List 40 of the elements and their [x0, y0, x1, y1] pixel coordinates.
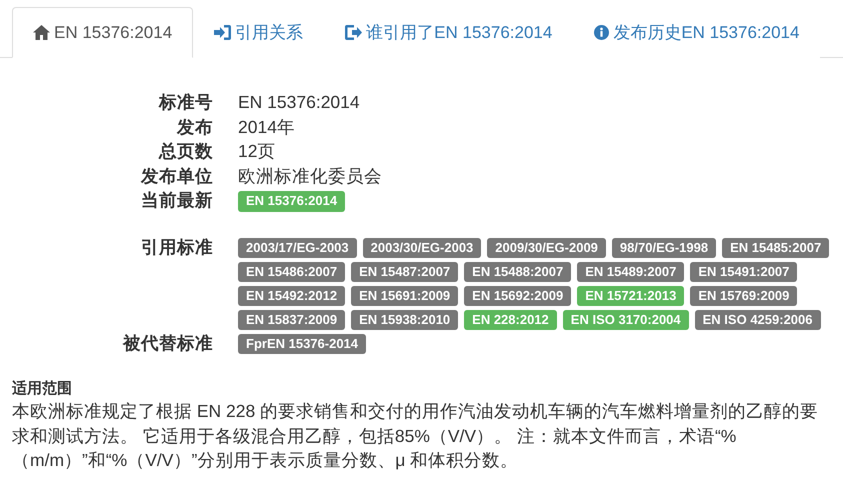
standard-badge[interactable]: EN 15691:2009: [351, 286, 458, 306]
sign-in-icon: [214, 25, 232, 40]
field-label: 被代替标准: [122, 332, 213, 354]
field-label: 引用标准: [140, 236, 213, 258]
standard-badge[interactable]: EN ISO 4259:2006: [694, 310, 820, 330]
field-value: 2014年: [238, 116, 296, 138]
field-label: 总页数: [158, 140, 213, 163]
standard-badge[interactable]: EN 15488:2007: [464, 262, 572, 282]
standard-badge[interactable]: EN 15938:2010: [351, 310, 458, 330]
standard-badge[interactable]: EN 15769:2009: [690, 286, 798, 306]
standard-badge[interactable]: EN 228:2012: [464, 310, 557, 330]
standard-badge[interactable]: 2003/17/EG-2003: [238, 238, 357, 258]
field-label: 发布: [176, 116, 213, 138]
standard-badge[interactable]: EN 15489:2007: [577, 262, 684, 282]
share-icon: [345, 25, 362, 40]
tab[interactable]: EN 15376:2014: [12, 7, 194, 58]
standard-badge[interactable]: EN 15491:2007: [690, 262, 798, 282]
standard-badge[interactable]: 98/70/EG-1998: [612, 238, 716, 258]
field-label: 发布单位: [140, 164, 213, 188]
standard-badge[interactable]: 2009/30/EG-2009: [487, 238, 606, 258]
field-label: 标准号: [158, 91, 213, 114]
info-icon: [594, 25, 610, 40]
standard-badge[interactable]: EN 15492:2012: [238, 286, 346, 306]
standard-badge[interactable]: EN 15692:2009: [464, 286, 572, 306]
standard-badge[interactable]: EN 15485:2007: [722, 238, 830, 258]
field-value: 欧洲标准化委员会: [238, 164, 383, 188]
field-value: 12页: [238, 140, 276, 163]
field-label: 当前最新: [140, 189, 213, 212]
standard-badge[interactable]: EN 15487:2007: [351, 262, 458, 282]
section-title: 适用范围: [12, 379, 73, 399]
standard-badge[interactable]: EN ISO 3170:2004: [562, 310, 689, 330]
standard-badge[interactable]: 2003/30/EG-2003: [362, 238, 482, 258]
standard-badge[interactable]: EN 15721:2013: [577, 286, 684, 306]
home-icon: [33, 25, 50, 40]
scope-paragraph: 本欧洲标准规定了根据 EN 228 的要求销售和交付的用作汽油发动机车辆的汽车燃料增量剂的乙醇的要求和测试方法。 它适用于各级混合用乙醇，包括85%（V/V）。 注：就本文件而言，术语“%（m/m）”和“%（V/V）”分别用于表示质量分数、μ 和体积分数。: [12, 400, 820, 472]
standard-badge[interactable]: EN 15837:2009: [238, 310, 346, 330]
standard-badge[interactable]: FprEN 15376-2014: [238, 334, 366, 354]
field-value: EN 15376:2014: [238, 91, 361, 114]
standard-badge[interactable]: EN 15376:2014: [238, 191, 346, 212]
standard-badge[interactable]: EN 15486:2007: [238, 262, 346, 282]
